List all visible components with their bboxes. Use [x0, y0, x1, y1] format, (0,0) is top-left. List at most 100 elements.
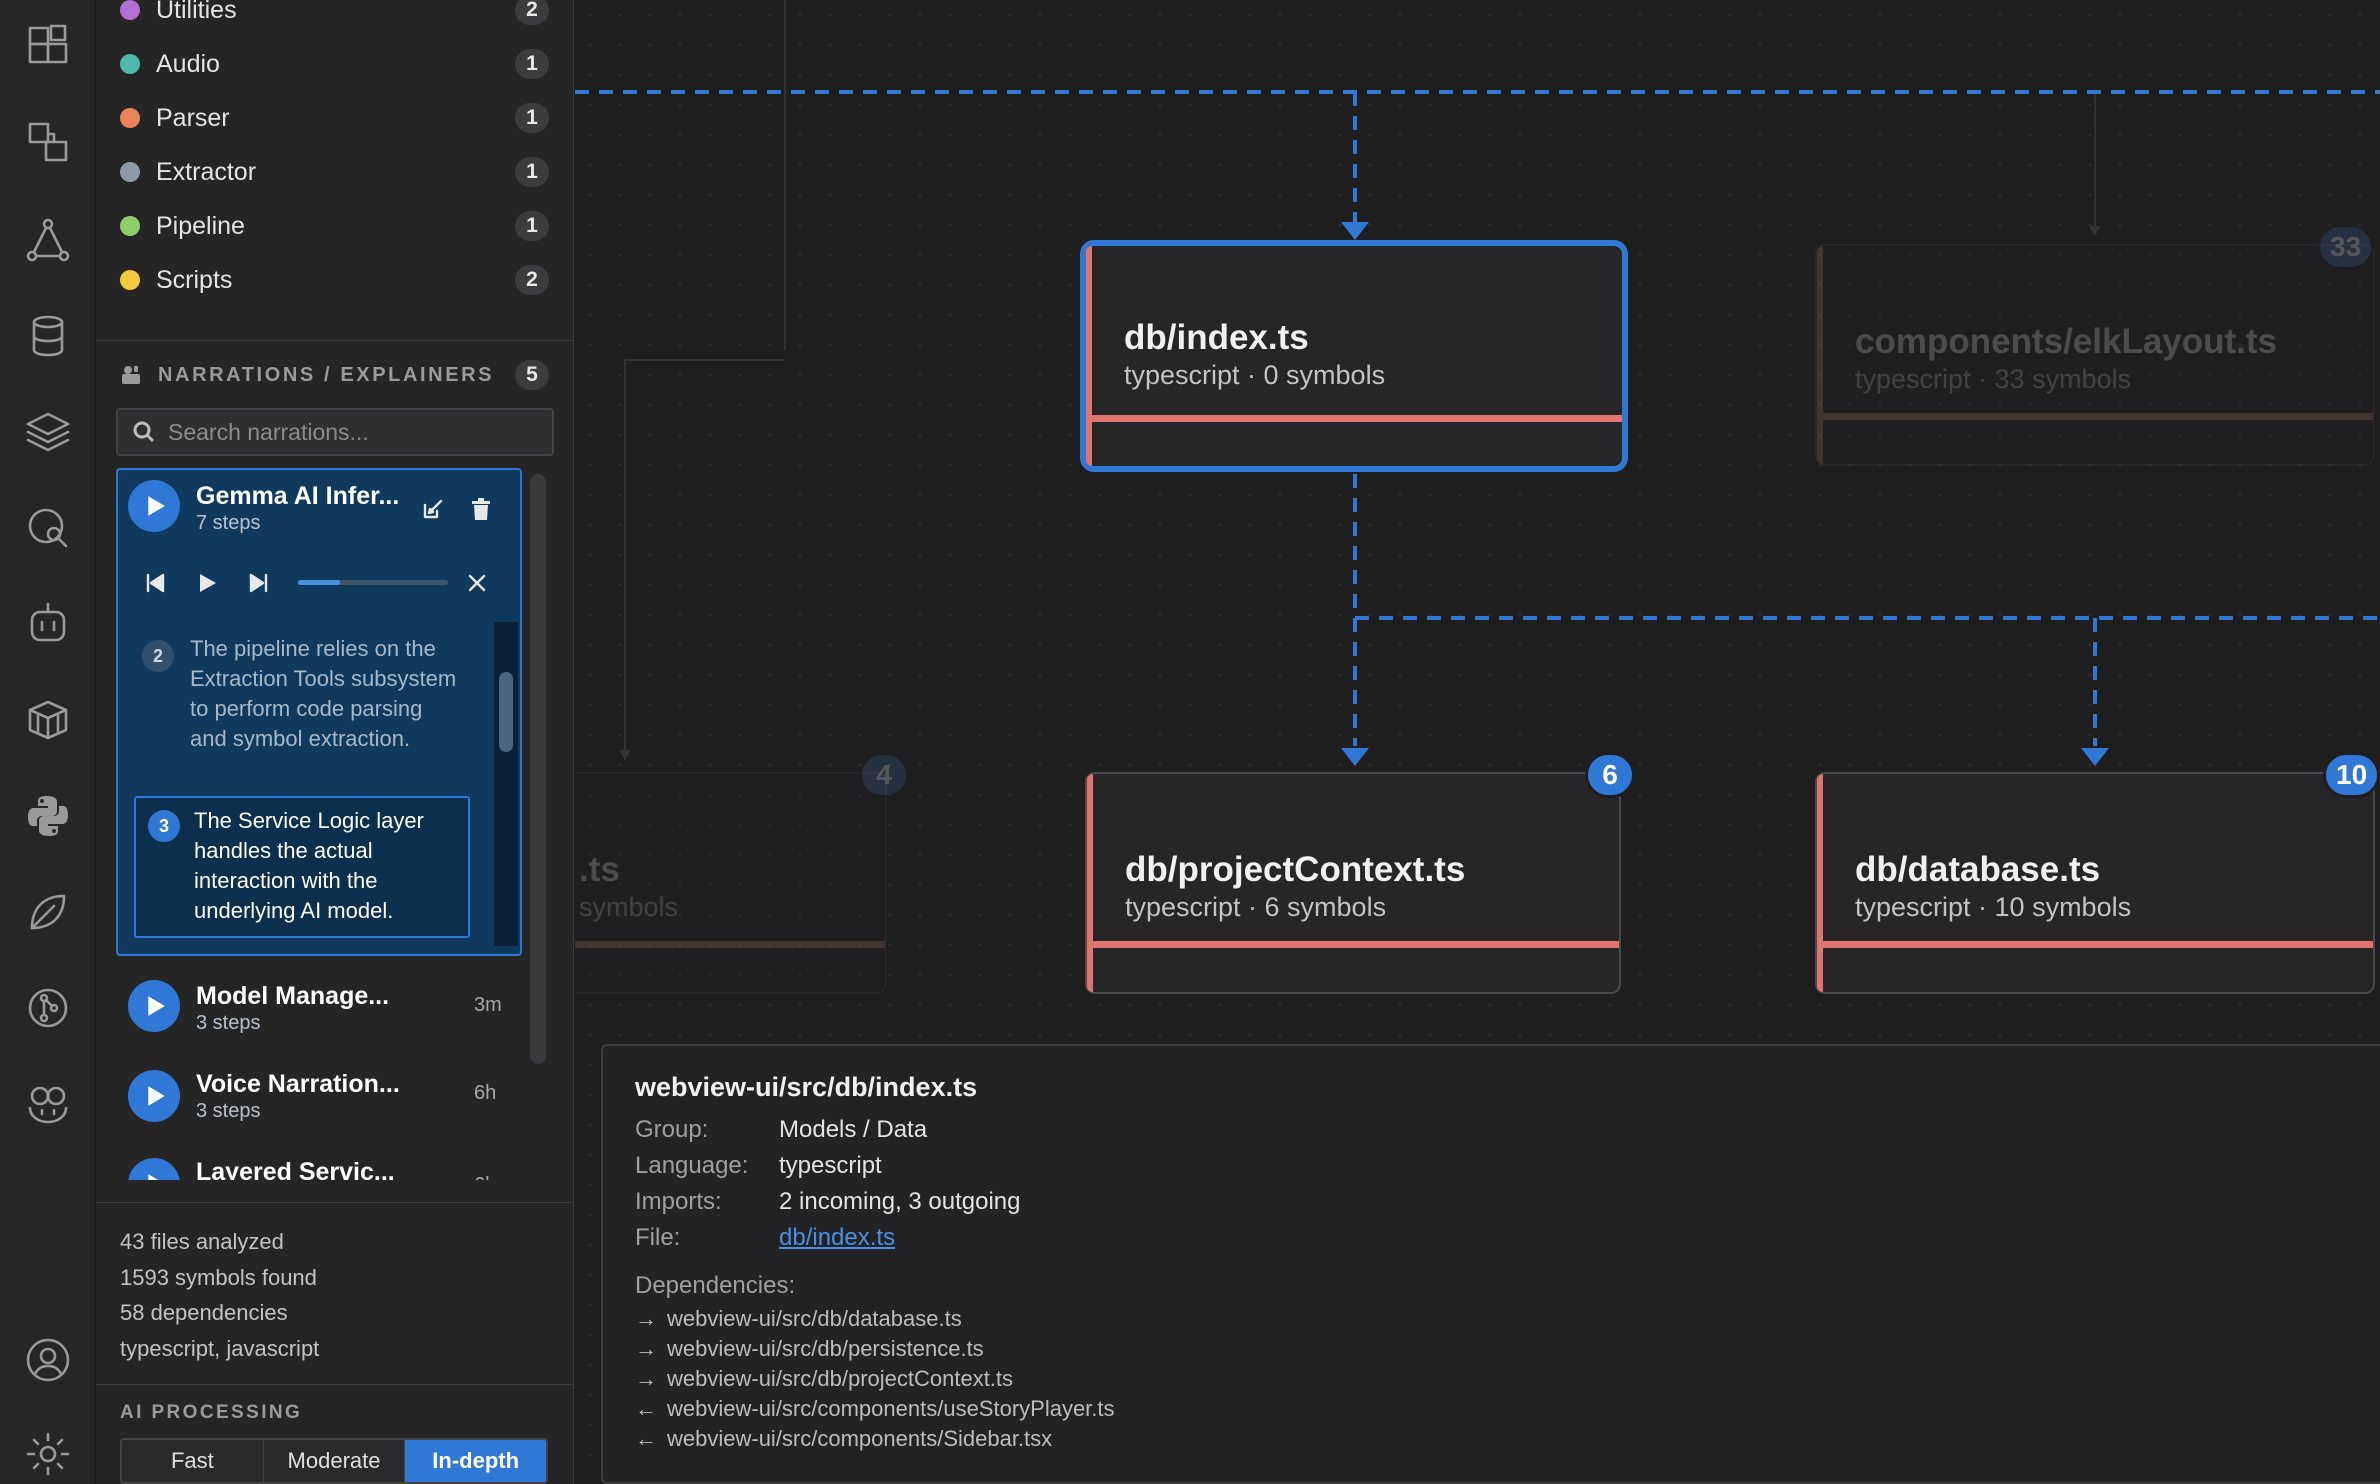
progress-fill [298, 580, 340, 585]
python-icon[interactable] [22, 790, 74, 842]
graph-node-index-selected[interactable]: db/index.ts typescript · 0 symbols [1080, 240, 1628, 472]
play-narration-button[interactable] [128, 980, 180, 1032]
group-label: Utilities [156, 0, 237, 24]
node-symbol-badge: 33 [2317, 224, 2375, 270]
narration-progress[interactable] [298, 580, 448, 585]
account-icon[interactable] [22, 1334, 74, 1386]
narration-item[interactable]: Layered Servic... 6h [116, 1148, 522, 1180]
narration-steps: 7 steps [196, 512, 261, 534]
graph-node-elklayout[interactable]: components/elkLayout.ts typescript · 33 … [1815, 244, 2375, 466]
settings-gear-icon[interactable] [22, 1428, 74, 1480]
robot-icon[interactable] [22, 598, 74, 650]
git-icon[interactable] [22, 982, 74, 1034]
database-icon[interactable] [22, 310, 74, 362]
step-item-current[interactable]: 3 The Service Logic layer handles the ac… [134, 796, 470, 938]
next-step-button[interactable] [244, 568, 274, 598]
group-label: Parser [156, 103, 230, 132]
scrollbar-thumb[interactable] [530, 474, 546, 1064]
group-row[interactable]: Scripts 2 [120, 260, 549, 300]
close-player-button[interactable] [462, 568, 492, 598]
node-band [1087, 941, 1619, 948]
layers-icon[interactable] [22, 406, 74, 458]
leaf-icon[interactable] [22, 886, 74, 938]
play-narration-button[interactable] [128, 480, 180, 532]
section-title: NARRATIONS / EXPLAINERS [158, 363, 495, 386]
narration-list-scrollbar[interactable] [530, 474, 546, 1064]
node-symbol-badge: 6 [1585, 752, 1635, 798]
group-row[interactable]: Extractor 1 [120, 152, 549, 192]
play-icon [200, 574, 216, 592]
ai-mode-fast[interactable]: Fast [122, 1440, 264, 1482]
extensions-icon[interactable] [22, 20, 74, 72]
group-count-badge: 2 [515, 0, 549, 25]
node-subtitle: typescript · 6 symbols [1125, 892, 1387, 922]
node-title: components/elkLayout.ts [1855, 322, 2278, 361]
close-icon [468, 574, 486, 592]
narration-steps-list[interactable]: 2 The pipeline relies on the Extraction … [130, 618, 486, 948]
details-key: Language: [635, 1152, 749, 1179]
play-icon [148, 496, 165, 516]
node-subtitle: typescript · 0 symbols [1124, 360, 1386, 390]
narrations-header[interactable]: NARRATIONS / EXPLAINERS 5 [120, 358, 549, 392]
group-row[interactable]: Utilities 2 [120, 0, 549, 30]
search-icon [133, 421, 155, 443]
search-input[interactable] [168, 418, 528, 446]
file-link[interactable]: db/index.ts [779, 1224, 895, 1252]
step-number: 2 [142, 640, 174, 672]
languages: typescript, javascript [120, 1335, 320, 1361]
search-graph-icon[interactable] [22, 502, 74, 554]
details-imports: 2 incoming, 3 outgoing [779, 1188, 1021, 1215]
node-title: db/projectContext.ts [1125, 850, 1466, 889]
graph-node-partial[interactable]: .ts symbols [575, 772, 887, 994]
symbols-found: 1593 symbols found [120, 1264, 317, 1290]
narration-list[interactable]: Gemma AI Infer... 7 steps 2 The pipeline… [116, 468, 554, 1180]
group-color-dot [120, 216, 140, 236]
narration-search[interactable] [116, 408, 554, 456]
graph-node-database[interactable]: db/database.ts typescript · 10 symbols [1815, 772, 2375, 994]
previous-step-button[interactable] [140, 568, 170, 598]
ai-mode-in-depth[interactable]: In-depth [405, 1440, 546, 1482]
package-icon[interactable] [22, 694, 74, 746]
dependency-item[interactable]: → webview-ui/src/db/persistence.ts [635, 1336, 984, 1362]
narration-item[interactable]: Voice Narration... 3 steps 6h [116, 1058, 522, 1146]
node-band [575, 941, 885, 948]
narration-steps: 3 steps [196, 1012, 261, 1034]
group-row[interactable]: Pipeline 1 [120, 206, 549, 246]
shapes-icon[interactable] [22, 116, 74, 168]
graph-nodes-icon[interactable] [22, 214, 74, 266]
ai-processing-selector[interactable]: Fast Moderate In-depth [120, 1438, 548, 1484]
dependency-item[interactable]: → webview-ui/src/db/database.ts [635, 1306, 962, 1332]
narration-title: Layered Servic... [196, 1158, 395, 1180]
scrollbar-thumb[interactable] [499, 672, 513, 752]
step-item[interactable]: 2 The pipeline relies on the Extraction … [130, 618, 470, 764]
arrow-right-icon: → [635, 1366, 657, 1391]
dependency-item[interactable]: ← webview-ui/src/components/useStoryPlaye… [635, 1396, 1115, 1422]
copilot-icon[interactable] [22, 1078, 74, 1130]
group-row[interactable]: Audio 1 [120, 44, 549, 84]
dependency-graph-canvas[interactable]: components/elkLayout.ts typescript · 33 … [575, 0, 2380, 1484]
play-narration-button[interactable] [128, 1070, 180, 1122]
group-label: Audio [156, 49, 220, 78]
dependency-item[interactable]: ← webview-ui/src/components/Sidebar.tsx [635, 1426, 1052, 1452]
dependency-item[interactable]: → webview-ui/src/db/projectContext.ts [635, 1366, 1013, 1392]
delete-button[interactable] [466, 494, 496, 524]
node-band [1817, 413, 2373, 420]
play-narration-button[interactable] [128, 1158, 180, 1180]
narration-icon [120, 364, 142, 386]
arrow-right-icon: → [635, 1306, 657, 1331]
steps-scrollbar[interactable] [494, 622, 518, 946]
graph-node-projectcontext[interactable]: db/projectContext.ts typescript · 6 symb… [1085, 772, 1621, 994]
group-row[interactable]: Parser 1 [120, 98, 549, 138]
node-subtitle: symbols [579, 892, 679, 922]
node-title: db/database.ts [1855, 850, 2101, 889]
play-button[interactable] [192, 568, 222, 598]
narration-item-active[interactable]: Gemma AI Infer... 7 steps 2 The pipeline… [116, 468, 522, 956]
dependency-path: webview-ui/src/db/projectContext.ts [667, 1366, 1014, 1391]
narration-title: Voice Narration... [196, 1070, 400, 1098]
node-band [1086, 415, 1622, 422]
group-count-badge: 2 [515, 265, 549, 295]
dependency-path: webview-ui/src/components/useStoryPlayer… [667, 1396, 1115, 1421]
ai-mode-moderate[interactable]: Moderate [263, 1440, 406, 1482]
edit-button[interactable] [418, 494, 448, 524]
narration-item[interactable]: Model Manage... 3 steps 3m [116, 970, 522, 1058]
